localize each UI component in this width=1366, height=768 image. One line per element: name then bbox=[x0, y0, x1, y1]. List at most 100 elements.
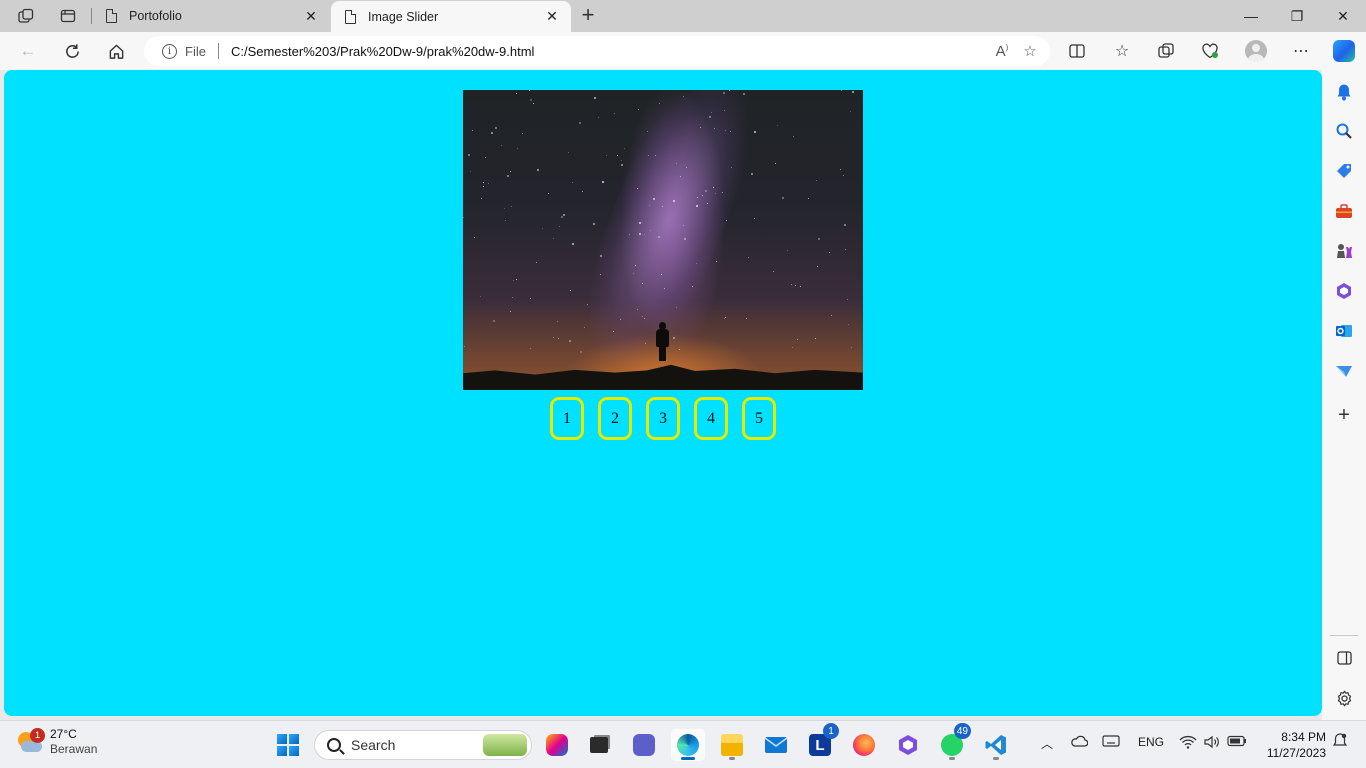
star bbox=[848, 324, 849, 325]
profile-avatar[interactable] bbox=[1242, 38, 1270, 64]
star bbox=[557, 321, 558, 322]
slide-button-2[interactable]: 2 bbox=[598, 397, 632, 440]
star bbox=[563, 214, 565, 216]
star bbox=[463, 217, 464, 218]
more-options-icon[interactable]: ⋯ bbox=[1287, 38, 1315, 64]
search-icon[interactable] bbox=[1333, 120, 1355, 142]
keyboard-icon[interactable] bbox=[1102, 735, 1120, 750]
star bbox=[504, 208, 505, 209]
browser-essentials-icon[interactable] bbox=[1196, 38, 1224, 64]
star bbox=[797, 339, 798, 340]
copilot-app[interactable] bbox=[891, 729, 925, 761]
favorite-star-icon[interactable]: ☆ bbox=[1016, 42, 1044, 60]
slide-button-5[interactable]: 5 bbox=[742, 397, 776, 440]
volume-icon[interactable] bbox=[1203, 735, 1221, 752]
tray-overflow-chevron-icon[interactable]: ︿ bbox=[1041, 735, 1053, 752]
close-tab-icon[interactable]: ✕ bbox=[543, 8, 561, 25]
close-tab-icon[interactable]: ✕ bbox=[302, 8, 320, 25]
star bbox=[600, 255, 602, 257]
star bbox=[548, 193, 549, 194]
address-bar[interactable]: i File C:/Semester%203/Prak%20Dw-9/prak%… bbox=[144, 36, 1050, 66]
slide-button-1[interactable]: 1 bbox=[550, 397, 584, 440]
star bbox=[617, 155, 618, 156]
star bbox=[568, 152, 569, 153]
vscode-app[interactable] bbox=[979, 729, 1013, 761]
star bbox=[522, 133, 523, 134]
star bbox=[530, 99, 532, 101]
onedrive-cloud-icon[interactable] bbox=[1070, 735, 1089, 750]
maximize-button[interactable]: ❐ bbox=[1274, 0, 1320, 32]
microsoft-365-icon[interactable] bbox=[1333, 280, 1355, 302]
star bbox=[600, 274, 601, 275]
tab-title: Portofolio bbox=[129, 9, 182, 23]
firefox-app[interactable] bbox=[847, 729, 881, 761]
task-view-app[interactable] bbox=[582, 729, 616, 761]
tab-portofolio[interactable]: Portofolio ✕ bbox=[92, 0, 330, 32]
star bbox=[495, 127, 497, 129]
games-chess-icon[interactable] bbox=[1333, 240, 1355, 262]
star bbox=[624, 148, 625, 149]
url-text[interactable]: C:/Semester%203/Prak%20Dw-9/prak%20dw-9.… bbox=[231, 44, 988, 59]
slide-button-4[interactable]: 4 bbox=[694, 397, 728, 440]
star bbox=[536, 262, 537, 263]
weather-widget[interactable]: 1 27°C Berawan bbox=[16, 727, 97, 757]
star bbox=[714, 128, 715, 129]
star bbox=[818, 238, 820, 240]
whatsapp-app[interactable]: 49 bbox=[935, 723, 971, 761]
language-indicator[interactable]: ENG bbox=[1138, 735, 1164, 749]
close-window-button[interactable]: ✕ bbox=[1320, 0, 1366, 32]
edge-browser-app[interactable] bbox=[671, 729, 705, 761]
split-screen-icon[interactable] bbox=[1063, 38, 1091, 64]
star bbox=[614, 113, 615, 114]
hide-sidebar-icon[interactable] bbox=[1333, 647, 1355, 669]
star bbox=[683, 225, 684, 226]
system-clock[interactable]: 8:34 PM 11/27/2023 bbox=[1254, 729, 1326, 761]
copilot-icon[interactable] bbox=[1330, 38, 1358, 64]
shopping-tag-icon[interactable] bbox=[1333, 160, 1355, 182]
star bbox=[686, 167, 687, 168]
send-plane-icon[interactable] bbox=[1333, 360, 1355, 382]
home-button[interactable] bbox=[101, 37, 131, 65]
star bbox=[516, 279, 517, 280]
battery-icon[interactable] bbox=[1227, 735, 1247, 750]
taskbar: 1 27°C Berawan Search L 1 49 ︿ ENG 8:34 … bbox=[0, 720, 1366, 768]
teams-meet-app[interactable] bbox=[627, 729, 661, 761]
tab-image-slider[interactable]: Image Slider ✕ bbox=[331, 1, 571, 32]
star bbox=[602, 181, 604, 183]
star bbox=[743, 93, 745, 95]
star bbox=[488, 183, 489, 184]
star bbox=[485, 157, 486, 158]
slider-image bbox=[463, 90, 863, 390]
star bbox=[510, 171, 511, 172]
favorites-icon[interactable]: ☆ bbox=[1108, 38, 1136, 64]
collections-icon[interactable] bbox=[1152, 38, 1180, 64]
wifi-icon[interactable] bbox=[1179, 735, 1197, 752]
tools-briefcase-icon[interactable] bbox=[1333, 200, 1355, 222]
star bbox=[697, 197, 698, 198]
notification-center-icon[interactable] bbox=[1332, 733, 1348, 752]
slide-button-3[interactable]: 3 bbox=[646, 397, 680, 440]
star bbox=[582, 191, 583, 192]
copilot-preview-app[interactable] bbox=[540, 729, 574, 761]
workspaces-icon[interactable] bbox=[12, 4, 40, 28]
back-button[interactable]: ← bbox=[13, 37, 43, 65]
l-app[interactable]: L 1 bbox=[803, 723, 839, 761]
star bbox=[635, 265, 636, 266]
read-aloud-icon[interactable]: A) bbox=[988, 43, 1016, 60]
minimize-button[interactable]: — bbox=[1228, 0, 1274, 32]
add-sidebar-app-icon[interactable]: + bbox=[1333, 404, 1355, 426]
star bbox=[723, 92, 725, 94]
star bbox=[642, 316, 643, 317]
new-tab-button[interactable]: + bbox=[576, 4, 600, 28]
file-explorer-app[interactable] bbox=[715, 729, 749, 761]
refresh-button[interactable] bbox=[57, 37, 87, 65]
tab-actions-icon[interactable] bbox=[54, 4, 82, 28]
start-button[interactable] bbox=[271, 729, 305, 761]
star bbox=[480, 296, 481, 297]
bell-icon[interactable] bbox=[1333, 81, 1355, 103]
site-info-icon[interactable]: i bbox=[162, 43, 177, 59]
outlook-icon[interactable] bbox=[1333, 320, 1355, 342]
taskbar-search[interactable]: Search bbox=[314, 730, 532, 760]
settings-gear-icon[interactable] bbox=[1333, 687, 1355, 709]
mail-app[interactable] bbox=[759, 729, 793, 761]
